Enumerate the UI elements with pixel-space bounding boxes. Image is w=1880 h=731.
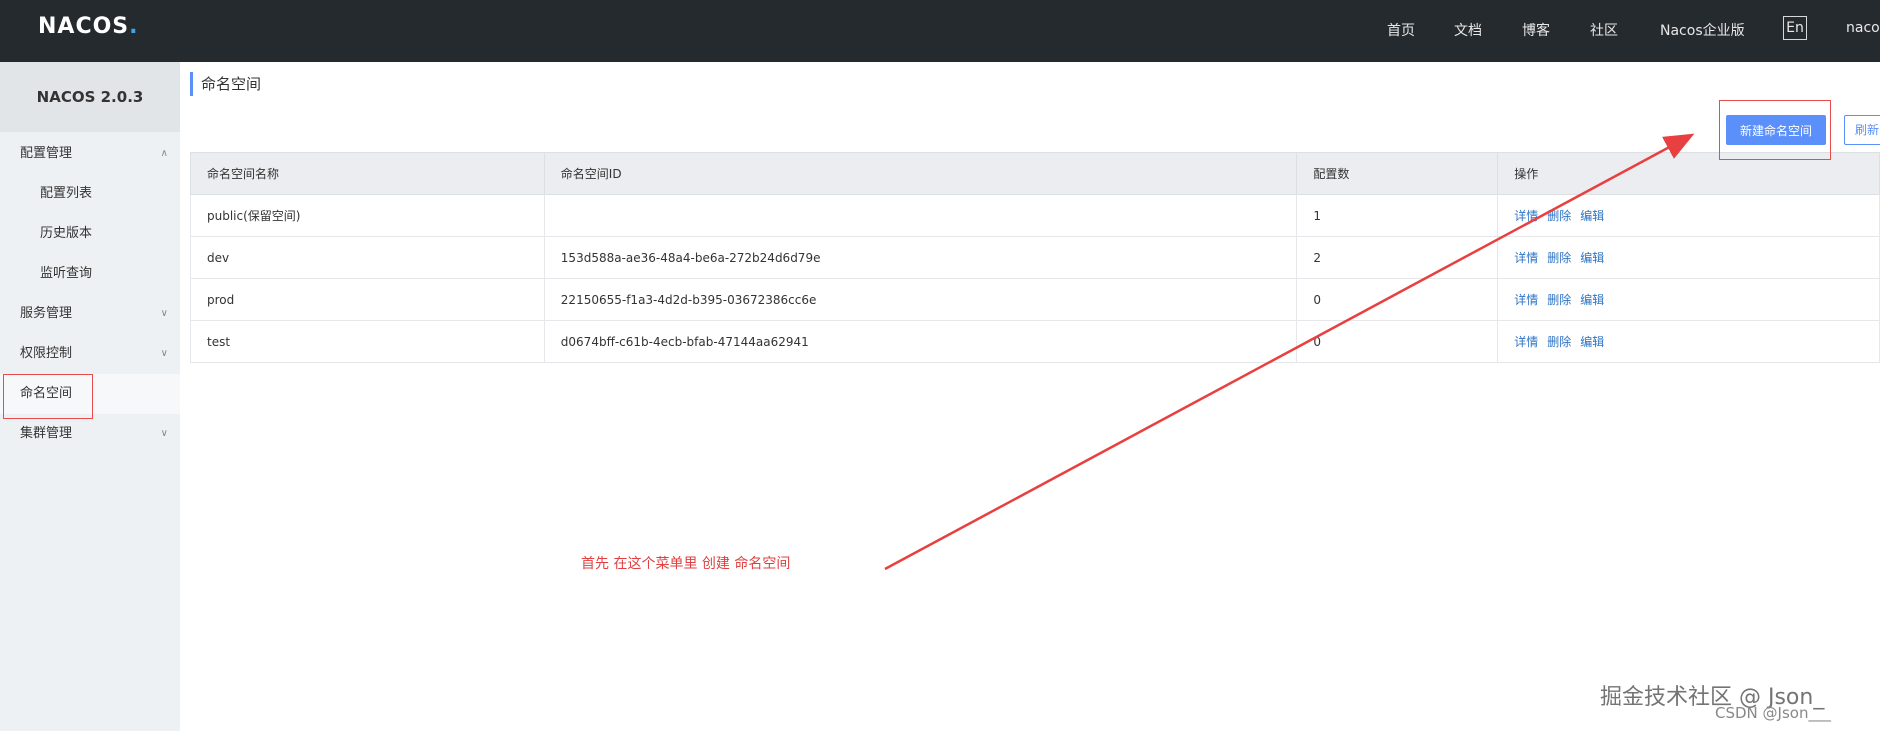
watermark-csdn: CSDN @Json___ bbox=[1715, 704, 1831, 722]
arrow-line bbox=[884, 133, 1695, 571]
annotation-arrow bbox=[884, 133, 1695, 571]
annotation-note: 首先 在这个菜单里 创建 命名空间 bbox=[581, 556, 791, 572]
